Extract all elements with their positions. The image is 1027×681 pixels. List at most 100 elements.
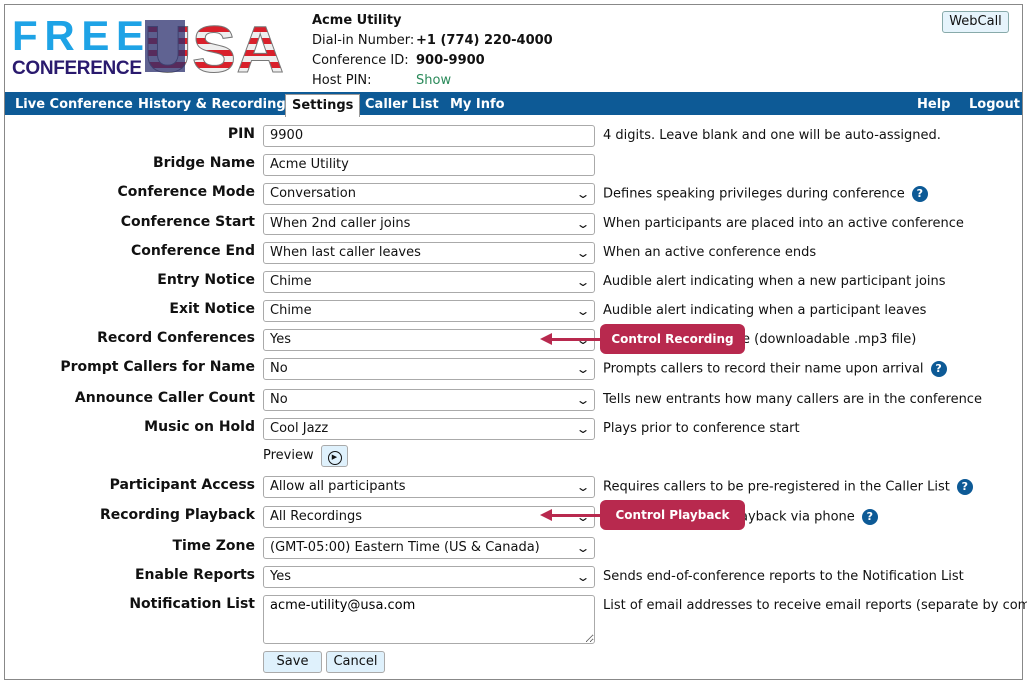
- conference-end-description-text: When an active conference ends: [603, 245, 817, 260]
- notification-list-textarea[interactable]: acme-utility@usa.com: [263, 595, 595, 644]
- help-link[interactable]: Help: [911, 94, 956, 115]
- tab-caller-list[interactable]: Caller List: [359, 94, 445, 115]
- exit-notice-select[interactable]: Chime ⌄: [263, 300, 595, 322]
- callout-control-recording: Control Recording: [600, 324, 745, 354]
- conference-start-value: When 2nd caller joins: [270, 216, 411, 231]
- conference-end-select[interactable]: When last caller leaves ⌄: [263, 242, 595, 264]
- notification-list-description: List of email addresses to receive email…: [603, 598, 1027, 613]
- bridge-name-label: Bridge Name: [152, 155, 255, 171]
- conference-id-label: Conference ID:: [312, 53, 409, 68]
- callout-arrow-recording: [540, 333, 602, 345]
- record-conferences-description: e (downloadable .mp3 file): [742, 332, 916, 347]
- conference-start-label: Conference Start: [120, 214, 255, 230]
- dial-in-label: Dial-in Number:: [312, 33, 415, 48]
- prompt-callers-for-name-label: Prompt Callers for Name: [60, 359, 255, 375]
- callout-control-playback: Control Playback: [600, 500, 745, 530]
- conference-start-select[interactable]: When 2nd caller joins ⌄: [263, 213, 595, 235]
- recording-playback-value: All Recordings: [270, 509, 363, 524]
- chevron-down-icon: ⌄: [575, 217, 591, 231]
- pin-value: 9900: [270, 128, 304, 143]
- host-pin-label: Host PIN:: [312, 73, 372, 88]
- announce-caller-count-select[interactable]: No ⌄: [263, 389, 595, 411]
- chevron-down-icon: ⌄: [575, 246, 591, 260]
- chevron-down-icon: ⌄: [575, 570, 591, 584]
- chevron-down-icon: ⌄: [575, 510, 591, 524]
- music-on-hold-description-text: Plays prior to conference start: [603, 421, 800, 436]
- tab-settings[interactable]: Settings: [285, 94, 361, 117]
- notification-list-label: Notification List: [129, 596, 255, 612]
- participant-access-select[interactable]: Allow all participants ⌄: [263, 476, 595, 498]
- recording-playback-description-text: ayback via phone: [740, 509, 855, 525]
- main-nav: Live Conference History & Recordings Set…: [5, 92, 1022, 117]
- exit-notice-value: Chime: [270, 303, 312, 318]
- prompt-callers-for-name-description-text: Prompts callers to record their name upo…: [603, 361, 924, 377]
- chevron-down-icon: ⌄: [575, 480, 591, 494]
- bridge-name-value: Acme Utility: [270, 157, 349, 172]
- record-conferences-label: Record Conferences: [97, 330, 255, 346]
- entry-notice-description: Audible alert indicating when a new part…: [603, 274, 946, 289]
- announce-caller-count-description-text: Tells new entrants how many callers are …: [603, 392, 982, 407]
- entry-notice-description-text: Audible alert indicating when a new part…: [603, 274, 946, 289]
- dial-in-number: +1 (774) 220-4000: [416, 33, 553, 48]
- prompt-callers-for-name-description: Prompts callers to record their name upo…: [603, 361, 947, 377]
- help-icon[interactable]: ?: [956, 479, 973, 495]
- webcall-button[interactable]: WebCall: [942, 11, 1009, 33]
- music-on-hold-description: Plays prior to conference start: [603, 421, 800, 436]
- preview-label: Preview: [263, 448, 314, 463]
- prompt-callers-for-name-select[interactable]: No ⌄: [263, 358, 595, 380]
- entry-notice-select[interactable]: Chime ⌄: [263, 271, 595, 293]
- announce-caller-count-value: No: [270, 392, 288, 407]
- participant-access-label: Participant Access: [109, 477, 255, 493]
- time-zone-value: (GMT-05:00) Eastern Time (US & Canada): [270, 540, 540, 555]
- help-icon[interactable]: ?: [911, 186, 928, 202]
- enable-reports-select[interactable]: Yes ⌄: [263, 566, 595, 588]
- chevron-down-icon: ⌄: [575, 541, 591, 555]
- chevron-down-icon: ⌄: [575, 362, 591, 376]
- conference-mode-label: Conference Mode: [117, 184, 255, 200]
- chevron-down-icon: ⌄: [575, 187, 591, 201]
- cancel-button[interactable]: Cancel: [326, 651, 385, 673]
- entry-notice-value: Chime: [270, 274, 312, 289]
- conference-id: 900-9900: [416, 53, 485, 68]
- enable-reports-label: Enable Reports: [134, 567, 255, 583]
- svg-text:CONFERENCE: CONFERENCE: [12, 58, 142, 76]
- chevron-down-icon: ⌄: [575, 393, 591, 407]
- free-conference-usa-logo: FREE CONFERENCE USA: [12, 14, 285, 76]
- prompt-callers-for-name-value: No: [270, 361, 288, 376]
- announce-caller-count-description: Tells new entrants how many callers are …: [603, 392, 982, 407]
- logout-link[interactable]: Logout: [963, 94, 1026, 115]
- pin-label: PIN: [227, 126, 255, 142]
- music-on-hold-value: Cool Jazz: [270, 421, 329, 436]
- conference-end-label: Conference End: [130, 243, 255, 259]
- conference-end-description: When an active conference ends: [603, 245, 816, 260]
- help-icon[interactable]: ?: [930, 361, 947, 377]
- tab-live-conference[interactable]: Live Conference: [9, 94, 139, 115]
- recording-playback-description: ayback via phone?: [740, 509, 878, 525]
- preview-play-button[interactable]: ▶: [321, 445, 348, 467]
- record-conferences-value: Yes: [270, 332, 291, 347]
- notification-list-description-text: List of email addresses to receive email…: [603, 598, 1027, 613]
- play-icon: ▶: [327, 451, 342, 465]
- svg-text:FREE: FREE: [12, 14, 144, 59]
- show-host-pin-link[interactable]: Show: [416, 73, 451, 88]
- participant-access-description-text: Requires callers to be pre-registered in…: [603, 479, 950, 495]
- help-icon[interactable]: ?: [861, 509, 878, 525]
- tab-history-recordings[interactable]: History & Recordings: [132, 94, 299, 115]
- participant-access-description: Requires callers to be pre-registered in…: [603, 479, 973, 495]
- conference-mode-select[interactable]: Conversation ⌄: [263, 183, 595, 205]
- chevron-down-icon: ⌄: [575, 422, 591, 436]
- pin-input[interactable]: 9900: [263, 125, 595, 147]
- chevron-down-icon: ⌄: [575, 275, 591, 289]
- time-zone-label: Time Zone: [172, 538, 255, 554]
- callout-arrow-playback: [540, 509, 602, 521]
- pin-description: 4 digits. Leave blank and one will be au…: [603, 128, 941, 143]
- pin-description-text: 4 digits. Leave blank and one will be au…: [603, 128, 941, 143]
- bridge-name-input[interactable]: Acme Utility: [263, 154, 595, 176]
- conference-end-value: When last caller leaves: [270, 245, 421, 260]
- enable-reports-description-text: Sends end-of-conference reports to the N…: [603, 569, 964, 584]
- time-zone-select[interactable]: (GMT-05:00) Eastern Time (US & Canada) ⌄: [263, 537, 595, 559]
- music-on-hold-select[interactable]: Cool Jazz ⌄: [263, 418, 595, 440]
- tab-my-info[interactable]: My Info: [444, 94, 511, 115]
- save-button[interactable]: Save: [263, 651, 322, 673]
- conference-start-description: When participants are placed into an act…: [603, 216, 964, 231]
